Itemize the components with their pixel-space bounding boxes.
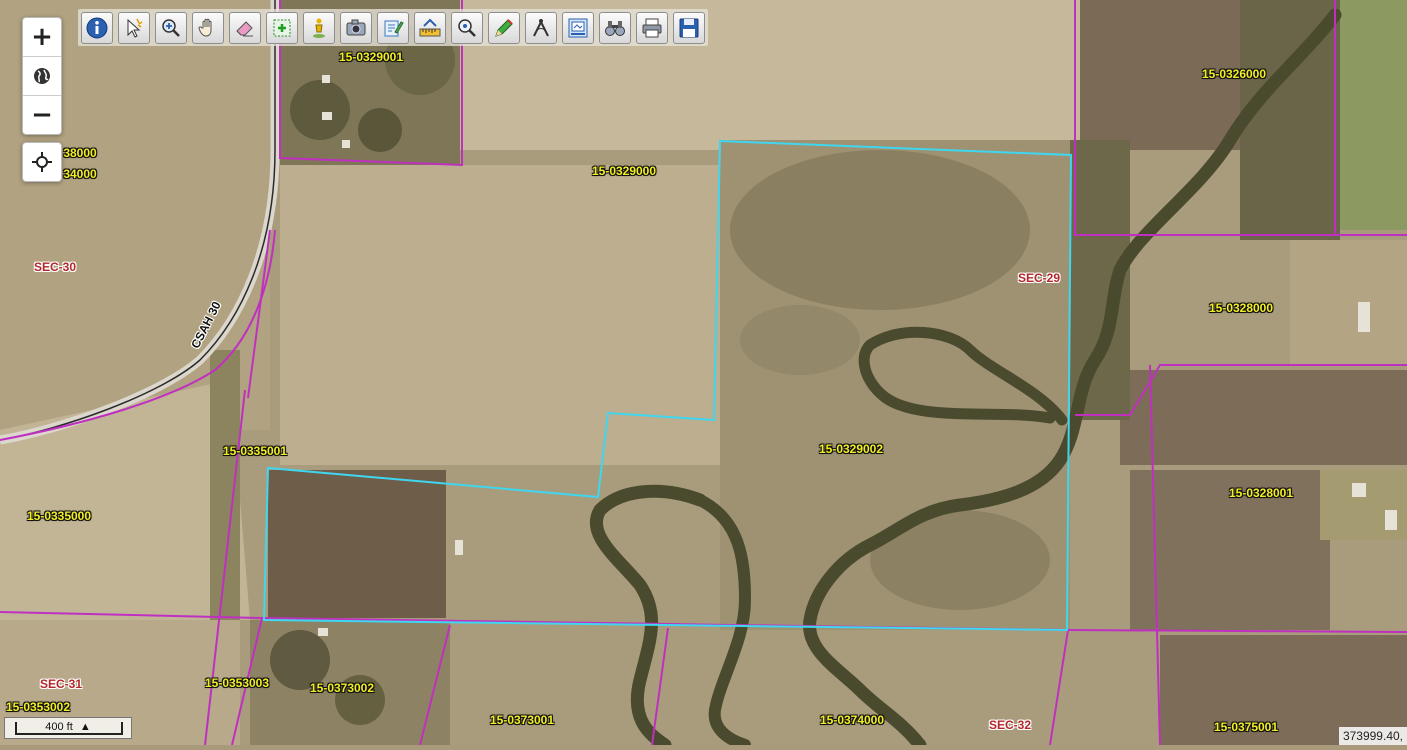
coordinate-readout: 373999.40,: [1338, 727, 1407, 745]
print-icon: [642, 18, 662, 37]
zoom-in-tool-button[interactable]: [155, 11, 187, 44]
parcel-label: 34000: [63, 167, 97, 181]
section-label: SEC-30: [33, 260, 77, 274]
parcel-label: 15-0329000: [591, 164, 657, 178]
parcel-label: 15-0326000: [1201, 67, 1267, 81]
eraser-icon: [236, 20, 253, 36]
clear-tool-button[interactable]: [229, 11, 261, 44]
parcel-label: 15-0335001: [222, 444, 288, 458]
binoculars-icon: [605, 20, 625, 36]
identify-tool-button[interactable]: [81, 11, 113, 44]
measure-tool-button[interactable]: [414, 11, 446, 44]
triangle-up-icon: ▲: [79, 721, 91, 733]
parcel-label: 15-0374000: [819, 713, 885, 727]
select-icon: [127, 18, 143, 38]
save-tool-button[interactable]: [673, 11, 705, 44]
section-label: SEC-29: [1017, 271, 1061, 285]
compass-icon: [533, 18, 549, 36]
print-tool-button[interactable]: [636, 11, 668, 44]
pan-tool-button[interactable]: [192, 11, 224, 44]
scale-bar-label: 400 ft ▲: [5, 721, 131, 733]
pan-hand-icon: [198, 18, 212, 37]
parcel-label: 15-0328000: [1208, 301, 1274, 315]
select-box-icon: [273, 19, 291, 36]
zoom-out-button[interactable]: −: [23, 96, 61, 134]
angle-tool-button[interactable]: [525, 11, 557, 44]
map-toolbar: [78, 9, 708, 46]
measure-icon: [419, 18, 441, 36]
edit-tool-button[interactable]: [377, 11, 409, 44]
parcel-label: 15-0373001: [489, 713, 555, 727]
edit-document-icon: [384, 20, 404, 36]
parcel-label: 38000: [63, 146, 97, 160]
street-view-icon: [313, 18, 325, 38]
parcel-label: 15-0329002: [818, 442, 884, 456]
save-icon: [679, 18, 699, 37]
layers-tool-button[interactable]: [562, 11, 594, 44]
pencil-icon: [495, 18, 513, 37]
parcel-label: 15-0353003: [204, 676, 270, 690]
street-view-tool-button[interactable]: [303, 11, 335, 44]
parcel-label: 15-0375001: [1213, 720, 1279, 734]
aerial-map[interactable]: [0, 0, 1407, 750]
parcel-label: 15-0373002: [309, 681, 375, 695]
locate-button[interactable]: [22, 142, 62, 182]
layers-icon: [568, 18, 588, 37]
camera-icon: [346, 19, 366, 35]
parcel-label: 15-0335000: [26, 509, 92, 523]
scale-text: 400 ft: [45, 721, 73, 733]
search-tool-button[interactable]: [451, 11, 483, 44]
overview-tool-button[interactable]: [599, 11, 631, 44]
parcel-label: 15-0328001: [1228, 486, 1294, 500]
zoom-in-tool-icon: [162, 18, 180, 37]
full-extent-button[interactable]: [23, 57, 61, 96]
zoom-control: + −: [22, 17, 62, 135]
map-canvas: [0, 0, 1407, 750]
info-icon: [86, 17, 108, 38]
globe-icon: [34, 68, 50, 84]
crosshair-icon: [32, 152, 52, 172]
photos-tool-button[interactable]: [340, 11, 372, 44]
parcel-label: 15-0329001: [338, 50, 404, 64]
select-tool-button[interactable]: [118, 11, 150, 44]
search-icon: [458, 18, 476, 37]
scale-bar: 400 ft ▲: [4, 717, 132, 739]
draw-tool-button[interactable]: [488, 11, 520, 44]
section-label: SEC-32: [988, 718, 1032, 732]
zoom-in-button[interactable]: +: [23, 18, 61, 57]
section-label: SEC-31: [39, 677, 83, 691]
box-select-tool-button[interactable]: [266, 11, 298, 44]
parcel-label: 15-0353002: [5, 700, 71, 714]
